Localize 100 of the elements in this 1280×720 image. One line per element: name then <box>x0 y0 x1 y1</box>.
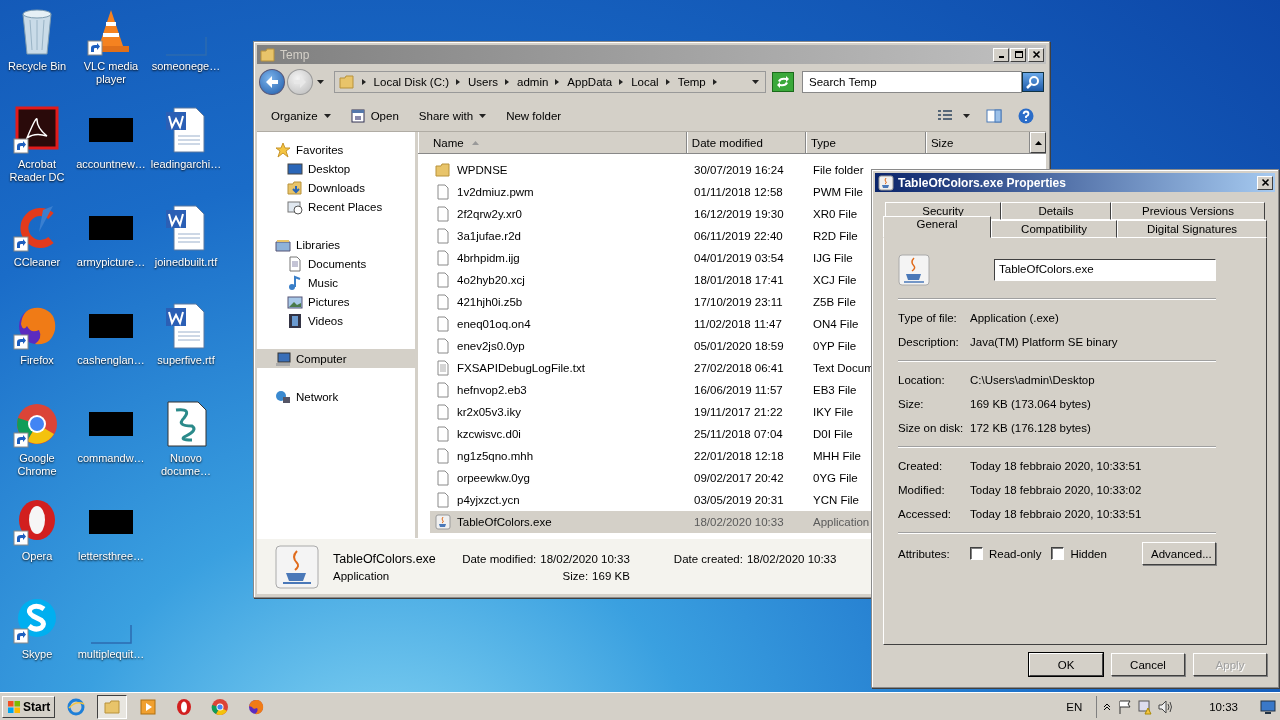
nav-item[interactable]: Videos <box>257 311 415 330</box>
file-row[interactable]: 421hjh0i.z5b 17/10/2019 23:11 Z5B File <box>430 291 1046 313</box>
column-header[interactable]: Name <box>418 132 687 153</box>
document-icon <box>435 294 451 310</box>
speaker-icon <box>1157 698 1174 715</box>
nav-item[interactable]: Computer <box>257 349 415 368</box>
field-value: 169 KB <box>592 569 630 582</box>
field-label: Accessed: <box>898 508 953 520</box>
windows-flag-icon <box>7 699 21 714</box>
clock[interactable]: 10:33 <box>1181 700 1254 713</box>
chevron-icon <box>456 78 461 86</box>
toolbar-button[interactable]: Open <box>342 105 407 126</box>
breadcrumb[interactable]: Users <box>468 76 499 88</box>
desktop-icon-label[interactable]: armypicture… <box>76 256 146 269</box>
chevron-icon <box>712 78 718 86</box>
nav-item[interactable]: Downloads <box>257 178 415 197</box>
toolbar-button[interactable]: New folder <box>498 106 570 125</box>
document-icon <box>435 492 451 508</box>
document-icon <box>435 470 451 486</box>
tab[interactable]: Compatibility <box>991 220 1117 238</box>
nav-item[interactable]: Music <box>257 273 415 292</box>
breadcrumb[interactable]: admin <box>517 76 549 88</box>
tab[interactable]: Digital Signatures <box>1117 220 1267 238</box>
file-type: IKY File <box>813 406 854 418</box>
desktop-icon-label[interactable]: Acrobat Reader DC <box>0 158 74 184</box>
nav-item[interactable]: Libraries <box>257 235 415 254</box>
show-desktop-button[interactable] <box>1258 699 1278 714</box>
tab[interactable]: Details <box>1001 202 1111 220</box>
nav-item[interactable]: Documents <box>257 254 415 273</box>
maximize-icon <box>1013 50 1023 59</box>
start-button[interactable]: Start <box>2 695 56 718</box>
field-label: Description: <box>898 336 960 348</box>
taskbar-app[interactable] <box>97 694 128 719</box>
desktop-icon-label[interactable]: commandw… <box>77 452 145 465</box>
checkbox[interactable]: Read-only <box>970 547 1042 560</box>
desktop-icon-label[interactable]: Google Chrome <box>0 452 74 478</box>
file-type: XR0 File <box>813 208 858 220</box>
date-modified: 22/01/2018 12:18 <box>694 450 784 462</box>
tab[interactable]: General <box>883 216 991 238</box>
desktop-icon-label[interactable]: accountnew… <box>76 158 146 171</box>
dropdown-caret-icon <box>752 80 760 84</box>
oval-logo-icon <box>175 697 194 716</box>
desktop-icon-label[interactable]: leadingarchi… <box>150 158 222 171</box>
advanced-button[interactable]: Advanced... <box>1142 542 1216 565</box>
search-button[interactable] <box>1022 72 1044 92</box>
java-cup-icon <box>275 544 319 589</box>
menu-button[interactable]: Share with <box>410 106 495 125</box>
breadcrumb[interactable]: Local Disk (C:) <box>373 76 449 88</box>
file-name-field[interactable]: TableOfColors.exe <box>994 259 1216 281</box>
desktop-icon-label[interactable]: someonege… <box>151 60 221 73</box>
nav-item[interactable]: Recent Places <box>257 197 415 216</box>
document-icon <box>435 250 451 266</box>
file-type: XCJ File <box>813 274 857 286</box>
tab[interactable]: Previous Versions <box>1111 202 1265 220</box>
dialog-button[interactable]: OK <box>1029 653 1103 676</box>
desktop-icon-label[interactable]: CCleaner <box>13 256 61 269</box>
nav-item[interactable]: Network <box>257 387 415 406</box>
dialog-button[interactable]: Cancel <box>1111 653 1185 676</box>
play-icon <box>139 697 158 716</box>
checkbox[interactable]: Hidden <box>1051 547 1107 560</box>
menu-button[interactable]: Organize <box>263 106 339 125</box>
nav-item[interactable]: Favorites <box>257 140 415 159</box>
computer-icon <box>275 350 291 367</box>
back-button[interactable] <box>259 69 285 95</box>
chevron-up-icon <box>1103 702 1112 711</box>
column-header[interactable]: Date modified <box>686 132 806 153</box>
nav-item[interactable]: Desktop <box>257 159 415 178</box>
file-name: WPDNSE <box>457 164 508 176</box>
scrollbar[interactable] <box>1030 132 1046 153</box>
field-label: Location: <box>898 374 946 386</box>
date-modified: 05/01/2020 18:59 <box>694 340 784 352</box>
field-label: Attributes: <box>898 547 951 560</box>
file-type: D0I File <box>813 428 853 440</box>
monitor-icon <box>1260 699 1276 714</box>
desktop-icon-label[interactable]: Recycle Bin <box>7 60 67 73</box>
breadcrumb[interactable]: Temp <box>677 76 706 88</box>
breadcrumb[interactable]: AppData <box>567 76 613 88</box>
file-name: enev2js0.0yp <box>457 340 525 352</box>
document-icon <box>435 426 451 442</box>
desktop-icon-label[interactable]: VLC media player <box>74 60 148 86</box>
address-bar[interactable]: Local Disk (C:) Users admin AppData Local Temp <box>333 71 767 93</box>
search-field[interactable]: Search Temp <box>802 71 1022 93</box>
desktop-icon-label[interactable]: joinedbuilt.rtf <box>154 256 218 269</box>
nav-item[interactable]: Pictures <box>257 292 415 311</box>
date-modified: 16/06/2019 11:57 <box>694 384 783 396</box>
field-value: Application (.exe) <box>970 312 1060 324</box>
desktop-icon-label[interactable]: superfive.rtf <box>157 354 215 367</box>
chevron-icon <box>619 78 625 86</box>
folder-icon <box>338 74 355 90</box>
column-header[interactable]: Size <box>925 132 1031 153</box>
refresh-button[interactable] <box>772 72 794 92</box>
column-header[interactable]: Type <box>805 132 926 153</box>
desktop-icon-label[interactable]: Firefox <box>20 354 54 367</box>
desktop-icon-label[interactable]: cashenglan… <box>77 354 145 367</box>
language-indicator[interactable]: EN <box>1056 700 1093 713</box>
recent-pages-button[interactable] <box>314 80 326 84</box>
field-label: Size: <box>562 569 589 582</box>
breadcrumb[interactable]: Local <box>631 76 659 88</box>
close-button[interactable] <box>1257 175 1273 190</box>
chevron-icon <box>505 78 511 86</box>
